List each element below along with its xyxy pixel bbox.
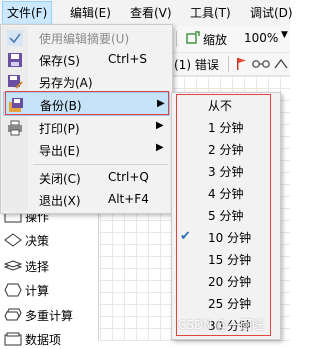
zoom-dropdown-icon[interactable]: ▼: [281, 30, 288, 40]
backup-submenu-annotation-box: [176, 94, 271, 336]
menu-item-exit[interactable]: 退出(X) Alt+F4: [3, 189, 170, 211]
menu-item-label: 打印(P): [39, 122, 80, 136]
menu-item-label: 退出(X): [39, 194, 81, 208]
save-as-icon: [8, 75, 23, 89]
palette-item-data[interactable]: 数据项: [4, 329, 61, 349]
menu-view[interactable]: 查看(V): [126, 4, 176, 22]
save-icon: [8, 53, 22, 67]
palette-item-label: 计算: [25, 283, 50, 298]
multi-hexagon-shape-icon: [4, 308, 22, 321]
menu-item-shortcut: Ctrl+S: [108, 52, 148, 66]
submenu-arrow-icon: ▶: [156, 120, 164, 131]
menu-item-save[interactable]: 保存(S) Ctrl+S: [3, 49, 170, 71]
menu-tools[interactable]: 工具(T): [186, 4, 235, 22]
hexagon-shape-icon: [4, 283, 22, 297]
link-icon[interactable]: [274, 58, 288, 70]
palette-item-label: 选择: [25, 259, 50, 274]
palette-item-choice[interactable]: 选择: [4, 256, 49, 276]
stack-shape-icon: [4, 260, 22, 271]
zoom-icon[interactable]: [186, 31, 200, 45]
print-icon: [8, 120, 22, 136]
glasses-icon[interactable]: [252, 59, 270, 69]
submenu-arrow-icon: ▶: [156, 142, 164, 153]
palette-item-label: 决策: [25, 233, 50, 248]
menu-file[interactable]: 文件(F): [2, 1, 53, 25]
palette-item-label: 数据项: [25, 332, 62, 347]
menu-edit[interactable]: 编辑(E): [66, 4, 115, 22]
menu-item-label: 另存为(A): [39, 76, 93, 90]
menu-item-label: 导出(E): [39, 144, 80, 158]
flag-icon[interactable]: [236, 57, 248, 71]
zoom-value[interactable]: 100%: [244, 31, 278, 45]
menu-item-shortcut: Ctrl+Q: [108, 170, 149, 184]
checkmark-icon: [7, 30, 23, 46]
backup-annotation-box: [5, 91, 169, 115]
menu-item-label: 关闭(C): [39, 172, 81, 186]
palette-item-calculation[interactable]: 计算: [4, 280, 49, 300]
menu-item-export[interactable]: 导出(E) ▶: [3, 139, 170, 161]
data-shape-icon: [4, 332, 22, 346]
menu-debug[interactable]: 调试(D): [246, 4, 297, 22]
menu-item-save-as[interactable]: 另存为(A): [3, 71, 170, 93]
menu-item-label: 保存(S): [39, 54, 80, 68]
menu-item-print[interactable]: 打印(P) ▶: [3, 117, 170, 139]
menu-item-use-edit-summary[interactable]: 使用编辑摘要(U): [3, 27, 170, 49]
palette-item-label: 多重计算: [25, 308, 74, 323]
zoom-label[interactable]: 缩放: [203, 31, 227, 48]
menu-item-close[interactable]: 关闭(C) Ctrl+Q: [3, 167, 170, 189]
toolbar-separator: [228, 56, 229, 72]
toolbar-separator: [176, 31, 177, 47]
palette-item-multi-calculation[interactable]: 多重计算: [4, 305, 73, 325]
errors-count[interactable]: (1) 错误: [174, 56, 219, 73]
diamond-shape-icon: [4, 233, 22, 247]
menu-separator: [33, 164, 168, 165]
palette-item-decision[interactable]: 决策: [4, 230, 49, 250]
watermark: CSDN @一回旺: [178, 318, 265, 332]
menu-item-shortcut: Alt+F4: [108, 192, 149, 206]
file-menu: 使用编辑摘要(U) 保存(S) Ctrl+S 另存为(A) 备份(B) ▶ 打印…: [0, 24, 173, 214]
menu-item-label: 使用编辑摘要(U): [39, 32, 130, 46]
menu-bar: 文件(F) 编辑(E) 查看(V) 工具(T) 调试(D): [0, 0, 293, 27]
